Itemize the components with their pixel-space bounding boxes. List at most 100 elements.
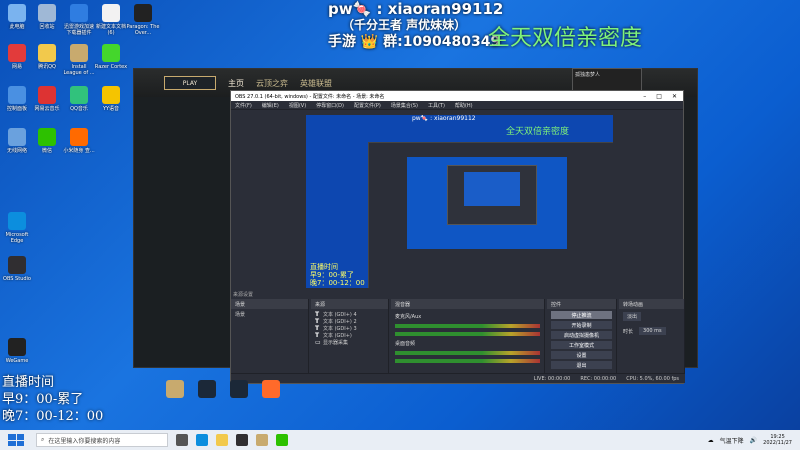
mixer-panel: 混音器 麦克风/Aux 桌面音频 — [391, 299, 545, 383]
obs-statusbar: LIVE: 00:00:00 REC: 00:00:00 CPU: 5.0%, … — [231, 373, 685, 383]
obs-menubar: 文件(F) 编辑(E) 视图(V) 停靠窗口(D) 配置文件(P) 场景集合(S… — [231, 101, 683, 110]
desktop-icon-yy[interactable]: YY语音 — [94, 86, 128, 112]
desktop-icon-netease[interactable]: 网易 — [0, 44, 34, 70]
tab-home[interactable]: 主页 — [228, 78, 244, 89]
desktop-icon-qq[interactable]: 腾讯QQ — [30, 44, 64, 70]
desktop-icon-recycle[interactable]: 回收站 — [30, 4, 64, 30]
desktop-icon-control[interactable]: 控制面板 — [0, 86, 34, 112]
xiaomi-icon — [70, 128, 88, 146]
menu-edit[interactable]: 编辑(E) — [262, 102, 279, 109]
play-button[interactable]: PLAY — [164, 76, 216, 90]
menu-help[interactable]: 帮助(H) — [455, 102, 473, 109]
minimize-icon[interactable]: – — [643, 93, 646, 100]
league-tabs: 主页 云顶之弈 英雄联盟 — [228, 78, 332, 89]
computer-icon — [8, 4, 26, 22]
stream-schedule: 直播时间 早9：00-累了 晚7：00-12：00 — [2, 374, 103, 425]
desktop-icon-xiaomi[interactable]: 小米随身 查... — [62, 128, 96, 154]
desktop-icon-steam-plus[interactable] — [222, 380, 256, 400]
menu-profile[interactable]: 配置文件(P) — [354, 102, 381, 109]
menu-file[interactable]: 文件(F) — [235, 102, 252, 109]
weather-text[interactable]: 气温下降 — [720, 436, 744, 445]
desktop-icon-xunlei[interactable]: 迅雷游戏加速下载器插件 — [62, 4, 96, 36]
preview-nested-obs — [368, 142, 613, 288]
desktop-icon-lol-wegame[interactable] — [158, 380, 192, 400]
exit-button[interactable]: 退出 — [551, 361, 612, 369]
xunlei-icon — [70, 4, 88, 22]
mixer-mic-label: 桌面音频 — [395, 341, 416, 347]
preview-nested-screen — [407, 157, 567, 249]
desktop-icon-lol[interactable]: Install League of ... — [62, 44, 96, 76]
studio-mode-button[interactable]: 工作室模式 — [551, 341, 612, 349]
app-icon — [262, 380, 280, 398]
menu-scene-collection[interactable]: 场景集合(S) — [391, 102, 418, 109]
clock-date: 2022/11/27 — [763, 440, 792, 446]
stop-streaming-button[interactable]: 停止推流 — [551, 311, 612, 319]
preview-banner: pw🍬 : xiaoran99112 — [412, 115, 476, 122]
desktop-icon-qqmusic[interactable]: QQ音乐 — [62, 86, 96, 112]
taskbar: ⌕ 在这里输入你要搜索的内容 ☁ 气温下降 🔊 19:25 2022/11/27 — [0, 430, 800, 450]
document-icon — [102, 4, 120, 22]
window-controls: – □ ✕ — [643, 93, 683, 100]
banner-group: 手游 👑 群:1090480349 — [328, 34, 501, 50]
scenes-title: 场景 — [231, 299, 308, 309]
menu-tools[interactable]: 工具(T) — [428, 102, 445, 109]
obs-title-text: OBS 27.0.1 (64-bit, windows) - 配置文件: 未命名… — [235, 93, 385, 100]
desktop-icon-app[interactable] — [254, 380, 288, 400]
weather-icon[interactable]: ☁ — [708, 437, 714, 444]
desktop-icon-textdoc[interactable]: 新建文本文档(6) — [94, 4, 128, 36]
mixer-meter — [395, 351, 540, 355]
search-box[interactable]: ⌕ 在这里输入你要搜索的内容 — [36, 433, 168, 447]
obs-preview[interactable]: pw🍬 : xiaoran99112 全天双倍亲密度 直播时间 早9：00-累了… — [306, 115, 613, 288]
tab-tft[interactable]: 云顶之弈 — [256, 78, 288, 89]
volume-icon[interactable]: 🔊 — [750, 437, 757, 444]
controls-panel: 控件 停止推流 开始录制 启动虚拟摄像机 工作室模式 设置 退出 — [547, 299, 617, 383]
menu-view[interactable]: 视图(V) — [289, 102, 306, 109]
qq-music-icon — [70, 86, 88, 104]
desktop-icon-razer[interactable]: Razer Cortex — [94, 44, 128, 70]
desktop-icon-network[interactable]: 无线网络 — [0, 128, 34, 154]
league-icon[interactable] — [256, 434, 268, 446]
qq-icon — [38, 44, 56, 62]
desktop-icon-steam[interactable] — [190, 380, 224, 400]
obs-icon[interactable] — [236, 434, 248, 446]
razer-icon — [102, 44, 120, 62]
obs-window[interactable]: OBS 27.0.1 (64-bit, windows) - 配置文件: 未命名… — [230, 90, 685, 384]
desktop-icon-paragon[interactable]: Paragon: The Over... — [126, 4, 160, 36]
preview-schedule: 直播时间 早9：00-累了 晚7：00-12：00 — [310, 263, 365, 287]
task-view-icon[interactable] — [176, 434, 188, 446]
league-icon — [166, 380, 184, 398]
schedule-title: 直播时间 — [2, 375, 55, 390]
mixer-title: 混音器 — [391, 299, 544, 309]
mixer-meter — [395, 332, 540, 336]
source-item[interactable]: ▭ 显示器采集 — [315, 339, 384, 346]
schedule-evening: 晚7：00-12：00 — [2, 409, 104, 424]
desktop-icon-wechat[interactable]: 微信 — [30, 128, 64, 154]
clock[interactable]: 19:25 2022/11/27 — [763, 434, 792, 446]
file-explorer-icon[interactable] — [216, 434, 228, 446]
close-icon[interactable]: ✕ — [672, 93, 677, 100]
mixer-meter — [395, 324, 540, 328]
virtual-camera-button[interactable]: 启动虚拟摄像机 — [551, 331, 612, 339]
scene-item[interactable]: 场景 — [235, 311, 304, 319]
desktop-icon-cloudmusic[interactable]: 网易云音乐 — [30, 86, 64, 112]
desktop-icon-obs[interactable]: OBS Studio — [0, 256, 34, 282]
settings-button[interactable]: 设置 — [551, 351, 612, 359]
duration-label: 时长 — [623, 328, 634, 335]
wechat-icon[interactable] — [276, 434, 288, 446]
duration-input[interactable]: 300 ms — [639, 327, 666, 335]
start-recording-button[interactable]: 开始录制 — [551, 321, 612, 329]
start-button[interactable] — [8, 434, 24, 446]
steam-icon — [198, 380, 216, 398]
profile-badge[interactable]: 孤独患梦人 — [572, 68, 642, 92]
menu-docks[interactable]: 停靠窗口(D) — [316, 102, 344, 109]
tab-lol[interactable]: 英雄联盟 — [300, 78, 332, 89]
system-tray: ☁ 气温下降 🔊 19:25 2022/11/27 — [708, 434, 800, 446]
maximize-icon[interactable]: □ — [656, 93, 662, 100]
desktop-icon-this-pc[interactable]: 此电脑 — [0, 4, 34, 30]
controls-title: 控件 — [547, 299, 616, 309]
transition-select[interactable]: 淡出 — [623, 312, 642, 321]
edge-icon[interactable] — [196, 434, 208, 446]
desktop-icon-edge[interactable]: Microsoft Edge — [0, 212, 34, 244]
desktop-icon-wegame[interactable]: WeGame — [0, 338, 34, 364]
source-settings-label: 来源设置 — [233, 292, 254, 298]
